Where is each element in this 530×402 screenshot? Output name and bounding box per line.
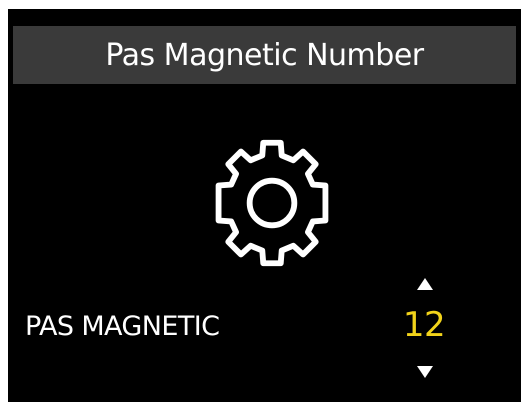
display-frame: Pas Magnetic Number PAS MAGNETIC 12	[0, 0, 530, 402]
title-bar: Pas Magnetic Number	[13, 26, 516, 84]
arrow-up-icon[interactable]	[417, 278, 433, 290]
page-title: Pas Magnetic Number	[105, 37, 424, 73]
device-screen: Pas Magnetic Number PAS MAGNETIC 12	[8, 9, 521, 402]
gear-icon	[215, 139, 329, 267]
arrow-down-icon[interactable]	[417, 366, 433, 378]
setting-value[interactable]: 12	[398, 305, 450, 345]
setting-label: PAS MAGNETIC	[25, 311, 220, 342]
